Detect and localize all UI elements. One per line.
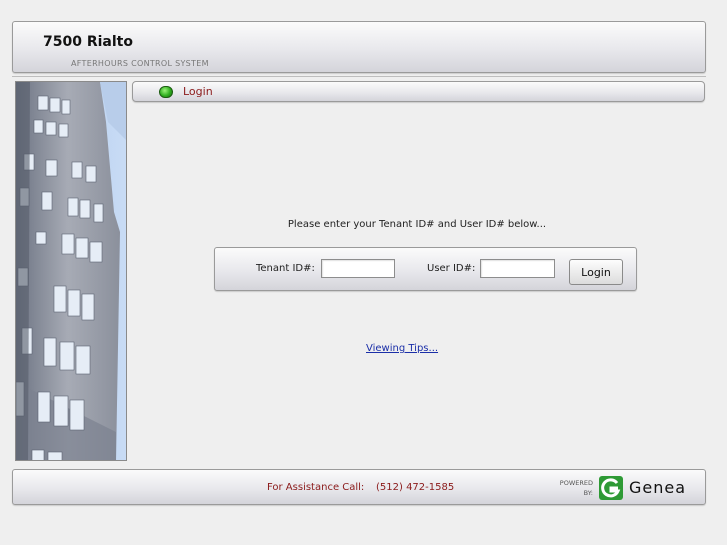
- viewing-tips-link[interactable]: Viewing Tips...: [366, 343, 438, 354]
- building-photo: [15, 81, 127, 461]
- assistance-label: For Assistance Call:: [267, 482, 365, 493]
- login-button[interactable]: Login: [569, 259, 623, 285]
- powered-by-label: POWERED BY:: [551, 478, 593, 498]
- header-divider: [12, 76, 706, 77]
- assistance-phone: (512) 472-1585: [376, 482, 455, 493]
- powered-line-1: POWERED: [559, 479, 593, 487]
- genea-logo-icon: [599, 476, 623, 500]
- site-subtitle: AFTERHOURS CONTROL SYSTEM: [71, 59, 209, 68]
- login-form: Tenant ID#: User ID#: Login: [214, 247, 637, 291]
- header-bar: 7500 Rialto AFTERHOURS CONTROL SYSTEM: [12, 21, 706, 73]
- tab-login-label: Login: [183, 85, 213, 98]
- tenant-id-label: Tenant ID#:: [256, 263, 315, 274]
- user-id-input[interactable]: [480, 259, 555, 278]
- green-led-icon: [159, 86, 173, 98]
- tenant-id-input[interactable]: [321, 259, 395, 278]
- powered-line-2: BY:: [583, 489, 593, 497]
- login-instructions: Please enter your Tenant ID# and User ID…: [287, 219, 547, 230]
- footer-bar: For Assistance Call: (512) 472-1585 POWE…: [12, 469, 706, 505]
- tab-login[interactable]: Login: [132, 81, 705, 102]
- genea-brand-text: Genea: [629, 478, 687, 497]
- site-title: 7500 Rialto: [43, 34, 133, 50]
- user-id-label: User ID#:: [427, 263, 476, 274]
